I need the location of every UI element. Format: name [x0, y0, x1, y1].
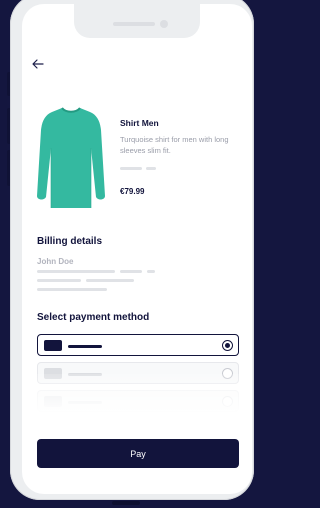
card-icon [44, 340, 62, 351]
payment-title: Select payment method [37, 312, 150, 323]
radio-selected-icon[interactable] [222, 340, 233, 351]
speaker [113, 22, 155, 26]
product-image [37, 107, 105, 208]
camera [160, 20, 168, 28]
product-name: Shirt Men [120, 118, 159, 128]
rating-placeholder-bar [120, 167, 142, 170]
arrow-left-icon [32, 59, 44, 69]
product-description: Turquoise shirt for men with long sleeve… [120, 135, 229, 155]
address-placeholder-line [37, 270, 115, 273]
checkout-screen: Shirt Men Turquoise shirt for men with l… [22, 4, 252, 494]
pay-button[interactable]: Pay [37, 439, 239, 468]
billing-title: Billing details [37, 236, 103, 247]
back-button[interactable] [30, 56, 46, 72]
card-number-placeholder [68, 344, 102, 348]
list-fade [22, 374, 252, 414]
address-placeholder-line [86, 279, 134, 282]
phone-notch [74, 4, 200, 38]
address-placeholder-line [37, 288, 107, 291]
payment-option[interactable] [37, 334, 239, 356]
home-indicator [112, 501, 140, 505]
address-placeholder-line [37, 279, 81, 282]
rating-placeholder-bar [146, 167, 156, 170]
product-price: €79.99 [120, 187, 145, 196]
address-placeholder-line [120, 270, 142, 273]
address-placeholder-line [147, 270, 155, 273]
billing-name: John Doe [37, 257, 74, 266]
